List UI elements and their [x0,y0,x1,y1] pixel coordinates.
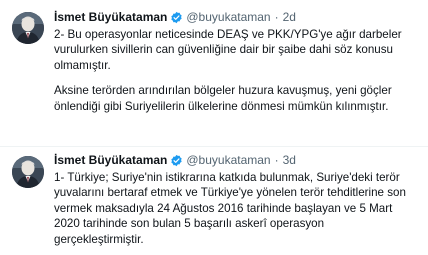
tweet-timestamp[interactable]: 3d [283,153,296,167]
tweet[interactable]: İsmet Büyükataman @buyukataman · 3d 1- T… [0,147,428,255]
author-name[interactable]: İsmet Büyükataman [54,10,167,24]
tweet-paragraph: Aksine terörden arındırılan bölgeler huz… [54,84,392,113]
tweet-paragraph: 1- Türkiye; Suriye'nin istikrarına katkı… [54,171,406,246]
author-handle[interactable]: @buyukataman [186,10,270,24]
verified-badge-icon [171,11,183,23]
separator-dot: · [274,153,279,167]
avatar-photo [12,156,44,188]
tweet-text: 2- Bu operasyonlar neticesinde DEAŞ ve P… [54,27,414,114]
verified-badge-icon [171,154,183,166]
separator-dot: · [274,10,279,24]
tweet-header: İsmet Büyükataman @buyukataman · 3d [54,153,296,167]
avatar[interactable] [12,12,44,44]
author-name[interactable]: İsmet Büyükataman [54,153,167,167]
author-handle[interactable]: @buyukataman [186,153,270,167]
tweet-paragraph: 2- Bu operasyonlar neticesinde DEAŞ ve P… [54,28,402,72]
avatar[interactable] [12,156,44,188]
avatar-photo [12,12,44,44]
tweet[interactable]: İsmet Büyükataman @buyukataman · 2d 2- B… [0,0,428,146]
tweet-timestamp[interactable]: 2d [283,10,296,24]
tweet-text: 1- Türkiye; Suriye'nin istikrarına katkı… [54,170,414,247]
tweet-header: İsmet Büyükataman @buyukataman · 2d [54,10,296,24]
